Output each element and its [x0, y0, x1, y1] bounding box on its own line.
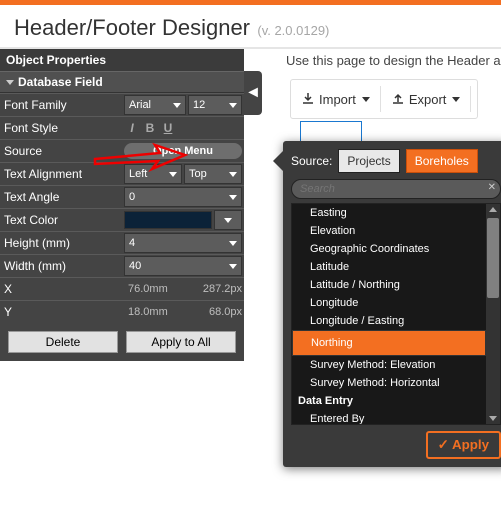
scroll-up-icon — [489, 207, 497, 212]
text-color-label: Text Color — [0, 213, 124, 227]
y-px-value: 68.0px — [199, 306, 242, 318]
apply-to-all-button[interactable]: Apply to All — [126, 331, 236, 353]
page-title: Header/Footer Designer — [14, 15, 250, 40]
upload-icon — [391, 92, 405, 106]
list-item[interactable]: Survey Method: Horizontal — [292, 374, 486, 392]
caret-down-icon — [452, 97, 460, 102]
tab-boreholes[interactable]: Boreholes — [406, 149, 478, 173]
clear-search-button[interactable]: ✕ — [488, 182, 496, 193]
search-input[interactable] — [291, 179, 501, 199]
object-properties-panel: Object Properties Database Field Font Fa… — [0, 49, 244, 361]
list-item[interactable]: Longitude / Easting — [292, 312, 486, 330]
list-item[interactable]: Survey Method: Elevation — [292, 356, 486, 374]
scroll-down-icon — [489, 416, 497, 421]
zoom-field[interactable] — [300, 121, 362, 143]
chevron-down-icon — [173, 103, 181, 108]
page-description: Use this page to design the Header and — [286, 53, 501, 68]
chevron-down-icon — [229, 103, 237, 108]
collapse-panel-button[interactable]: ◄ — [244, 71, 262, 115]
list-item[interactable]: Latitude — [292, 258, 486, 276]
delete-button[interactable]: Delete — [8, 331, 118, 353]
apply-button[interactable]: Apply — [426, 431, 501, 459]
chevron-down-icon — [229, 241, 237, 246]
text-angle-label: Text Angle — [0, 190, 124, 204]
x-label: X — [0, 282, 124, 296]
export-button[interactable]: Export — [385, 88, 467, 111]
y-mm-value: 18.0mm — [124, 306, 197, 318]
chevron-down-icon — [229, 195, 237, 200]
list-item[interactable]: Latitude / Northing — [292, 276, 486, 294]
download-icon — [301, 92, 315, 106]
list-item[interactable]: Northing — [292, 330, 486, 356]
font-family-label: Font Family — [0, 98, 124, 112]
text-alignment-label: Text Alignment — [0, 167, 124, 181]
source-popup: Source: Projects Boreholes ✕ EastingElev… — [283, 141, 501, 467]
text-color-dropdown[interactable] — [214, 210, 242, 230]
font-size-select[interactable]: 12 — [188, 95, 242, 115]
vertical-align-select[interactable]: Top — [184, 164, 242, 184]
version-label: (v. 2.0.0129) — [257, 23, 329, 38]
list-group-header: Data Entry — [292, 392, 486, 410]
x-px-value: 287.2px — [193, 283, 242, 295]
popup-source-label: Source: — [291, 154, 332, 168]
section-header-database-field[interactable]: Database Field — [0, 71, 244, 93]
list-item[interactable]: Longitude — [292, 294, 486, 312]
horizontal-align-select[interactable]: Left — [124, 164, 182, 184]
x-mm-value: 76.0mm — [124, 283, 191, 295]
y-label: Y — [0, 305, 124, 319]
chevron-down-icon — [169, 172, 177, 177]
width-label: Width (mm) — [0, 259, 124, 273]
height-input[interactable]: 4 — [124, 233, 242, 253]
text-color-swatch[interactable] — [124, 211, 212, 229]
height-label: Height (mm) — [0, 236, 124, 250]
list-item[interactable]: Elevation — [292, 222, 486, 240]
text-angle-select[interactable]: 0 — [124, 187, 242, 207]
scroll-thumb[interactable] — [487, 218, 499, 298]
source-label: Source — [0, 144, 124, 158]
underline-button[interactable]: U — [160, 121, 176, 135]
chevron-down-icon — [224, 218, 232, 223]
font-style-label: Font Style — [0, 121, 124, 135]
caret-down-icon — [362, 97, 370, 102]
import-button[interactable]: Import — [295, 88, 376, 111]
list-item[interactable]: Easting — [292, 204, 486, 222]
list-item[interactable]: Entered By — [292, 410, 486, 424]
tab-projects[interactable]: Projects — [338, 149, 399, 173]
bold-button[interactable]: B — [142, 121, 158, 135]
font-family-select[interactable]: Arial — [124, 95, 186, 115]
toolbar: Import Export — [290, 79, 478, 119]
open-menu-button[interactable]: Open Menu — [124, 143, 242, 159]
panel-title: Object Properties — [0, 49, 244, 71]
chevron-down-icon — [229, 172, 237, 177]
scrollbar[interactable] — [486, 204, 500, 424]
chevron-left-icon: ◄ — [245, 84, 261, 102]
width-input[interactable]: 40 — [124, 256, 242, 276]
chevron-down-icon — [229, 264, 237, 269]
field-listbox: EastingElevationGeographic CoordinatesLa… — [291, 203, 501, 425]
list-item[interactable]: Geographic Coordinates — [292, 240, 486, 258]
italic-button[interactable]: I — [124, 121, 140, 135]
